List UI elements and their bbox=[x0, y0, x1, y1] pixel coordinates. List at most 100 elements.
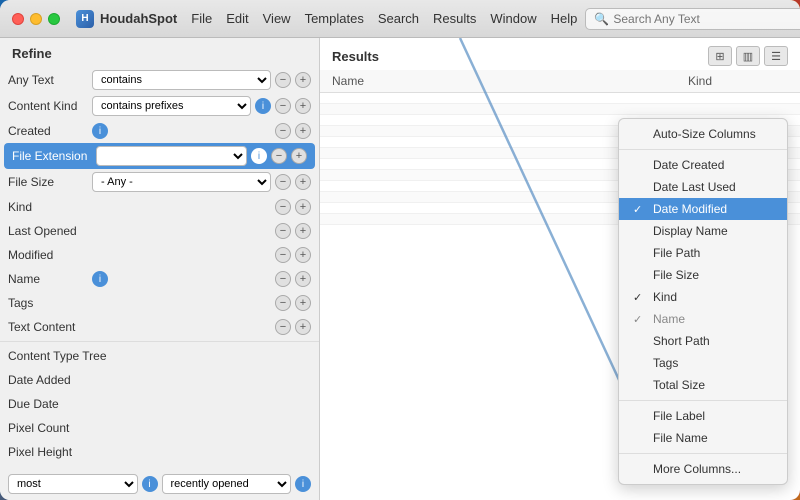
search-input[interactable] bbox=[613, 12, 800, 26]
file-size-plus[interactable]: + bbox=[295, 174, 311, 190]
col-tags[interactable]: Tags bbox=[619, 352, 787, 374]
results-table-header: Name Kind bbox=[320, 70, 800, 93]
content-kind-select[interactable]: contains prefixes bbox=[92, 96, 251, 116]
col-file-path[interactable]: File Path bbox=[619, 242, 787, 264]
app-identity: H HoudahSpot bbox=[76, 10, 177, 28]
any-text-select[interactable]: contains bbox=[92, 70, 271, 90]
menu-window[interactable]: Window bbox=[490, 11, 536, 26]
tags-label: Tags bbox=[8, 296, 88, 310]
file-extension-control: i bbox=[96, 146, 267, 166]
col-name[interactable]: ✓ Name bbox=[619, 308, 787, 330]
col-kind[interactable]: ✓ Kind bbox=[619, 286, 787, 308]
menu-templates[interactable]: Templates bbox=[305, 11, 364, 26]
file-extension-plus[interactable]: + bbox=[291, 148, 307, 164]
any-text-control: contains bbox=[92, 70, 271, 90]
minimize-button[interactable] bbox=[30, 13, 42, 25]
col-short-path[interactable]: Short Path bbox=[619, 330, 787, 352]
col-file-name[interactable]: File Name bbox=[619, 427, 787, 449]
name-minus[interactable]: − bbox=[275, 271, 291, 287]
kind-plus[interactable]: + bbox=[295, 199, 311, 215]
menu-view[interactable]: View bbox=[263, 11, 291, 26]
bottom-recently-select[interactable]: recently opened bbox=[162, 474, 292, 494]
col-file-label[interactable]: File Label bbox=[619, 405, 787, 427]
col-date-modified[interactable]: ✓ Date Modified bbox=[619, 198, 787, 220]
results-grid-view[interactable]: ⊞ bbox=[708, 46, 732, 66]
text-content-minus[interactable]: − bbox=[275, 319, 291, 335]
app-icon: H bbox=[76, 10, 94, 28]
refine-row-due-date[interactable]: Due Date bbox=[0, 392, 319, 416]
content-kind-control: contains prefixes i bbox=[92, 96, 271, 116]
col-date-last-used[interactable]: Date Last Used bbox=[619, 176, 787, 198]
tags-plus[interactable]: + bbox=[295, 295, 311, 311]
name-plus[interactable]: + bbox=[295, 271, 311, 287]
col-more-columns[interactable]: More Columns... bbox=[619, 458, 787, 480]
col-display-name[interactable]: Display Name bbox=[619, 220, 787, 242]
col-file-size[interactable]: File Size bbox=[619, 264, 787, 286]
refine-row-file-extension[interactable]: File Extension i − + bbox=[4, 143, 315, 169]
menu-results[interactable]: Results bbox=[433, 11, 476, 26]
file-extension-select[interactable] bbox=[96, 146, 247, 166]
file-extension-minus[interactable]: − bbox=[271, 148, 287, 164]
bottom-most-select[interactable]: most bbox=[8, 474, 138, 494]
created-badge: i bbox=[92, 123, 108, 139]
refine-row-date-added[interactable]: Date Added bbox=[0, 368, 319, 392]
file-size-any-select[interactable]: - Any - bbox=[92, 172, 271, 192]
search-container: 🔍 bbox=[585, 8, 800, 30]
created-minus[interactable]: − bbox=[275, 123, 291, 139]
due-date-label: Due Date bbox=[8, 397, 88, 411]
refine-row-text-content: Text Content − + bbox=[0, 315, 319, 339]
pixel-height-label: Pixel Height bbox=[8, 445, 88, 459]
col-kind-header[interactable]: Kind bbox=[688, 74, 788, 88]
modified-minus[interactable]: − bbox=[275, 247, 291, 263]
modified-plus[interactable]: + bbox=[295, 247, 311, 263]
refine-row-content-type-tree[interactable]: Content Type Tree bbox=[0, 344, 319, 368]
name-label: Name bbox=[8, 272, 88, 286]
name-check: ✓ bbox=[633, 313, 647, 326]
last-opened-minus[interactable]: − bbox=[275, 223, 291, 239]
col-auto-size[interactable]: Auto-Size Columns bbox=[619, 123, 787, 145]
results-list-view[interactable]: ☰ bbox=[764, 46, 788, 66]
menu-search[interactable]: Search bbox=[378, 11, 419, 26]
menu-help[interactable]: Help bbox=[551, 11, 578, 26]
refine-row-pixel-height[interactable]: Pixel Height bbox=[0, 440, 319, 464]
kind-col-label: Kind bbox=[653, 290, 677, 304]
col-date-created[interactable]: Date Created bbox=[619, 154, 787, 176]
content-kind-plus[interactable]: + bbox=[295, 98, 311, 114]
kind-label: Kind bbox=[8, 200, 88, 214]
close-button[interactable] bbox=[12, 13, 24, 25]
display-name-label: Display Name bbox=[653, 224, 728, 238]
date-created-label: Date Created bbox=[653, 158, 724, 172]
date-modified-label: Date Modified bbox=[653, 202, 727, 216]
file-size-minus[interactable]: − bbox=[275, 174, 291, 190]
titlebar: H HoudahSpot File Edit View Templates Se… bbox=[0, 0, 800, 38]
menu-file[interactable]: File bbox=[191, 11, 212, 26]
traffic-lights bbox=[12, 13, 60, 25]
refine-row-pixel-count[interactable]: Pixel Count bbox=[0, 416, 319, 440]
results-column-view[interactable]: ▥ bbox=[736, 46, 760, 66]
tags-minus[interactable]: − bbox=[275, 295, 291, 311]
refine-row-tags: Tags − + bbox=[0, 291, 319, 315]
pixel-count-label: Pixel Count bbox=[8, 421, 88, 435]
file-extension-label: File Extension bbox=[12, 149, 92, 163]
any-text-plus[interactable]: + bbox=[295, 72, 311, 88]
col-total-size[interactable]: Total Size bbox=[619, 374, 787, 396]
results-title: Results bbox=[332, 49, 379, 64]
refine-panel: Refine Any Text contains − + Content Kin… bbox=[0, 38, 320, 500]
content-kind-badge: i bbox=[255, 98, 271, 114]
file-name-col-label: File Name bbox=[653, 431, 708, 445]
results-header: Results ⊞ ▥ ☰ bbox=[320, 38, 800, 70]
last-opened-plus[interactable]: + bbox=[295, 223, 311, 239]
content-kind-minus[interactable]: − bbox=[275, 98, 291, 114]
kind-minus[interactable]: − bbox=[275, 199, 291, 215]
created-plus[interactable]: + bbox=[295, 123, 311, 139]
refine-title: Refine bbox=[0, 38, 319, 67]
col-name-header[interactable]: Name bbox=[332, 74, 688, 88]
main-content: Refine Any Text contains − + Content Kin… bbox=[0, 38, 800, 500]
col-separator-3 bbox=[619, 453, 787, 454]
menu-edit[interactable]: Edit bbox=[226, 11, 248, 26]
date-modified-check: ✓ bbox=[633, 203, 647, 216]
any-text-minus[interactable]: − bbox=[275, 72, 291, 88]
maximize-button[interactable] bbox=[48, 13, 60, 25]
text-content-plus[interactable]: + bbox=[295, 319, 311, 335]
created-label: Created bbox=[8, 124, 88, 138]
